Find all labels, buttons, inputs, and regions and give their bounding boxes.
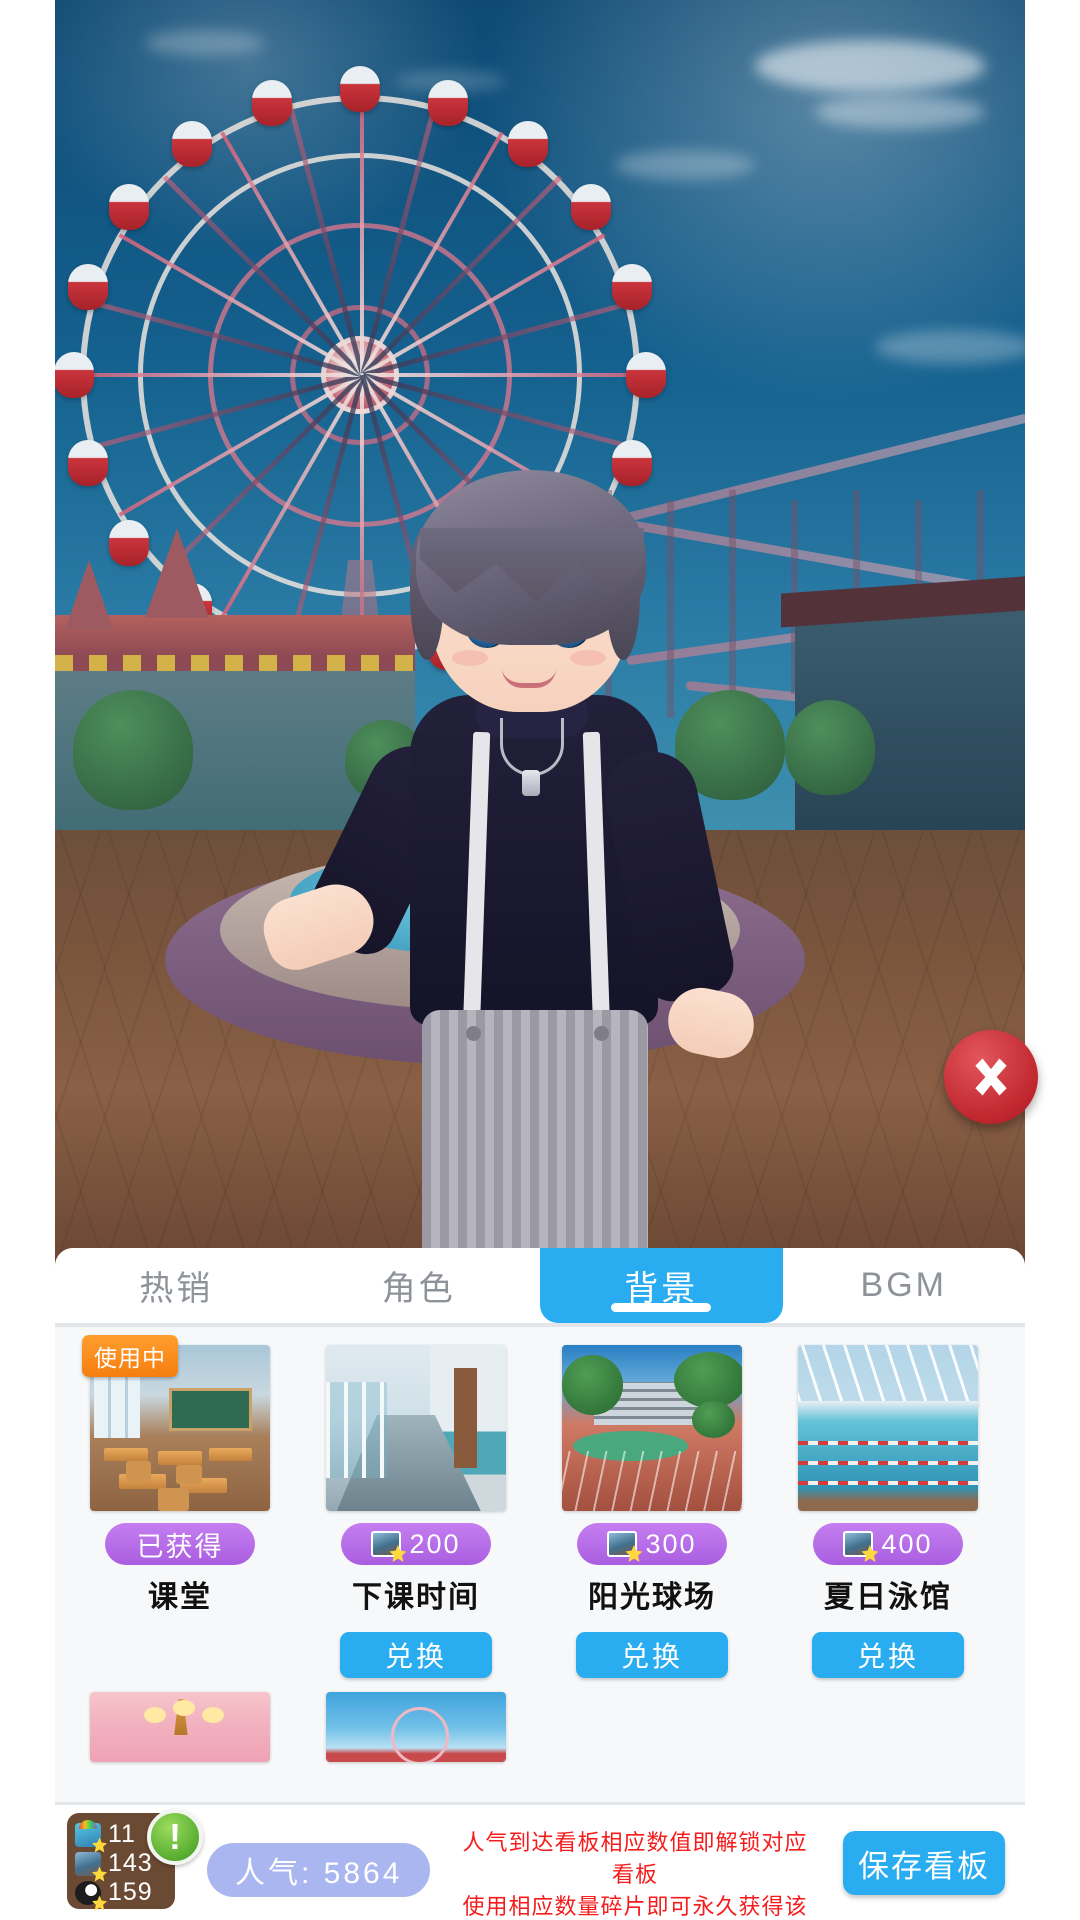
wheel-spoke (360, 95, 364, 375)
cloud (145, 30, 265, 56)
tab-bgm[interactable]: BGM (783, 1248, 1026, 1323)
currency-value: 143 (108, 1849, 153, 1877)
item-card[interactable]: 使用中 已获得 课堂 (75, 1335, 285, 1678)
item-name: 夏日泳馆 (824, 1581, 952, 1614)
close-button[interactable] (944, 1030, 1038, 1124)
wheel-gondola (251, 80, 292, 126)
app-root: 热销 角色 背景 BGM 使用中 已获得 课堂 200 下课时间 兑换 300 … (0, 0, 1080, 1920)
tab-hot-sale[interactable]: 热销 (55, 1248, 298, 1323)
currency-value: 159 (108, 1878, 153, 1906)
tab-label: 角色 (381, 1270, 456, 1308)
shop-panel: 热销 角色 背景 BGM 使用中 已获得 课堂 200 下课时间 兑换 300 … (55, 1248, 1025, 1920)
save-board-button[interactable]: 保存看板 (843, 1831, 1005, 1895)
wheel-gondola (340, 66, 380, 112)
cloud (875, 330, 1025, 364)
character-preview-stage[interactable] (55, 0, 1025, 1265)
exchange-button[interactable]: 兑换 (812, 1632, 964, 1678)
price-value: 200 (409, 1528, 461, 1559)
tab-label: 背景 (624, 1270, 699, 1308)
wheel-gondola (428, 80, 469, 126)
item-thumbnail[interactable] (562, 1345, 742, 1511)
wheel-spoke (82, 373, 362, 377)
item-card[interactable]: 200 下课时间 兑换 (311, 1345, 521, 1678)
wheel-gondola (626, 352, 666, 398)
popularity-badge: 人气: 5864 (207, 1843, 431, 1897)
tab-character[interactable]: 角色 (298, 1248, 541, 1323)
item-name: 课堂 (148, 1581, 212, 1614)
wheel-gondola (68, 263, 108, 310)
wheel-gondola (108, 183, 149, 230)
music-shard-icon (75, 1880, 101, 1905)
wheel-gondola (55, 352, 94, 398)
building-spire (145, 528, 209, 618)
in-use-badge: 使用中 (82, 1335, 178, 1377)
item-thumbnail[interactable] (798, 1345, 978, 1511)
background-shard-icon (843, 1531, 874, 1557)
status-label: 已获得 (136, 1531, 224, 1562)
background-item-grid[interactable]: 使用中 已获得 课堂 200 下课时间 兑换 300 阳光球场 兑换 400 夏… (55, 1327, 1025, 1802)
price-value: 300 (645, 1528, 697, 1559)
footer-bar: 11 143 159 ! 人气: 5864 人气到达看板相应数值即解锁对应看板 … (55, 1802, 1025, 1920)
tab-background[interactable]: 背景 (540, 1248, 783, 1323)
exchange-button[interactable]: 兑换 (576, 1632, 728, 1678)
warning-line-1: 人气到达看板相应数值即解锁对应看板 (462, 1830, 808, 1887)
info-exclamation-icon[interactable]: ! (147, 1809, 203, 1865)
wheel-gondola (171, 120, 212, 167)
status-badge: 已获得 (105, 1523, 255, 1565)
item-card-empty (547, 1692, 757, 1762)
item-thumbnail[interactable] (326, 1692, 506, 1762)
tab-label: BGM (860, 1266, 947, 1304)
clothes-shard-icon (75, 1819, 101, 1847)
avatar[interactable] (255, 470, 790, 1265)
item-name: 阳光球场 (588, 1581, 716, 1614)
warning-line-2: 使用相应数量碎片即可永久获得该看板 (462, 1893, 808, 1919)
tab-bar: 热销 角色 背景 BGM (55, 1248, 1025, 1323)
item-name: 下课时间 (352, 1581, 480, 1614)
currency-value: 11 (108, 1820, 136, 1848)
item-thumbnail[interactable] (90, 1692, 270, 1762)
warning-text: 人气到达看板相应数值即解锁对应看板 使用相应数量碎片即可永久获得该看板 (455, 1827, 815, 1920)
background-shard-icon (371, 1531, 402, 1557)
cloud (815, 95, 985, 129)
wheel-gondola (108, 520, 149, 567)
trousers (422, 1010, 648, 1265)
price-badge: 200 (341, 1523, 491, 1565)
wheel-gondola (508, 120, 549, 167)
item-card[interactable]: 300 阳光球场 兑换 (547, 1345, 757, 1678)
price-value: 400 (881, 1528, 933, 1559)
price-badge: 400 (813, 1523, 963, 1565)
pendant (522, 770, 540, 796)
currency-row: 159 (75, 1878, 167, 1907)
tab-label: 热销 (139, 1270, 214, 1308)
wheel-spoke (362, 373, 642, 377)
item-card[interactable]: 400 夏日泳馆 兑换 (783, 1345, 993, 1678)
tree (73, 690, 193, 810)
wheel-gondola (68, 440, 108, 487)
item-row: 使用中 已获得 课堂 200 下课时间 兑换 300 阳光球场 兑换 400 夏… (75, 1335, 1005, 1678)
background-shard-icon (607, 1531, 638, 1557)
popularity-label: 人气: 5864 (235, 1857, 403, 1890)
item-row (75, 1692, 1005, 1762)
tree (785, 700, 875, 795)
wheel-gondola (612, 263, 652, 310)
item-card[interactable] (311, 1692, 521, 1762)
exchange-button[interactable]: 兑换 (340, 1632, 492, 1678)
item-thumbnail[interactable] (326, 1345, 506, 1511)
price-badge: 300 (577, 1523, 727, 1565)
building-spire (65, 560, 113, 630)
item-card-empty (783, 1692, 993, 1762)
close-x-icon (975, 1058, 1007, 1096)
background-shard-icon (75, 1851, 101, 1876)
item-card[interactable] (75, 1692, 285, 1762)
wheel-gondola (571, 183, 612, 230)
cloud (755, 40, 985, 92)
